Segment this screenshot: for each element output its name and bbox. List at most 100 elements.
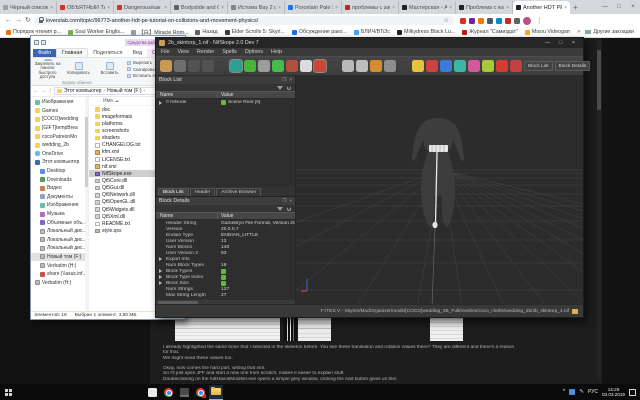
paint-icon[interactable] [468, 60, 480, 72]
filter-icon[interactable] [277, 207, 283, 211]
tab-close-icon[interactable]: × [449, 5, 452, 11]
particles-icon[interactable] [454, 60, 466, 72]
browser-tab[interactable]: Проблема с комп... × [456, 1, 513, 14]
nav-item[interactable]: Verbatim (H:) [31, 278, 88, 287]
browser-tab[interactable]: Dangerous/как УЗ... × [114, 1, 171, 14]
textured-cube-icon[interactable] [314, 60, 326, 72]
paste-button[interactable]: Вставить [96, 59, 123, 79]
block-row-ninode[interactable]: 0 NiNode Scene Root [0] [156, 99, 295, 106]
column-value[interactable]: Value [218, 213, 295, 219]
nav-item[interactable]: Новый том (F:) [31, 253, 88, 262]
detail-row[interactable]: User Version 12 [156, 238, 295, 244]
back-icon[interactable]: ← [33, 86, 39, 97]
qat-caret-icon[interactable]: ˇ [48, 40, 49, 45]
back-icon[interactable]: ← [5, 14, 12, 27]
quick-access-icon[interactable] [34, 40, 39, 45]
expand-icon[interactable] [159, 101, 162, 105]
nav-item[interactable]: Локальный дис... [31, 244, 88, 253]
tab-close-icon[interactable]: × [221, 5, 224, 11]
browser-menu-icon[interactable]: ⋮ [534, 17, 545, 25]
browser-tab[interactable]: Bodyslide and Outf... × [171, 1, 228, 14]
column-name[interactable]: Name [156, 92, 218, 98]
cube-solid-icon[interactable] [258, 60, 270, 72]
menu-item[interactable]: Render [197, 49, 214, 55]
column-name[interactable]: Name [156, 213, 218, 219]
forward-icon[interactable]: → [15, 14, 22, 27]
forward-icon[interactable]: → [41, 86, 47, 97]
browser-tab[interactable]: Porcelain Pale Skin... × [285, 1, 342, 14]
redo-icon[interactable] [202, 60, 214, 72]
close-icon[interactable]: × [567, 38, 580, 48]
maximize-icon[interactable]: □ [554, 38, 567, 48]
nav-item[interactable]: Документы [31, 193, 88, 202]
refresh-icon[interactable] [287, 86, 291, 90]
language-indicator[interactable]: РУС [588, 389, 598, 395]
tab-close-icon[interactable]: × [506, 5, 509, 11]
nav-item[interactable]: Видео [31, 184, 88, 193]
page-scrollbar[interactable] [597, 40, 601, 380]
axes-icon[interactable] [440, 60, 452, 72]
new-tab-button[interactable]: + [570, 1, 581, 14]
extension-icon[interactable] [460, 18, 466, 24]
menu-item[interactable]: Help [271, 49, 282, 55]
browser-tab[interactable]: Истома Bay 2 сезо... × [228, 1, 285, 14]
tab-close-icon[interactable]: × [50, 5, 53, 11]
brush-icon[interactable] [510, 60, 522, 72]
bookmark-item[interactable]: БЛИЧ/ВТіЗс [354, 28, 390, 36]
detail-row[interactable]: Num Blocks 140 [156, 244, 295, 250]
nav-item[interactable]: Музыка [31, 210, 88, 219]
open-file-icon[interactable] [160, 60, 172, 72]
3d-viewport[interactable] [296, 76, 583, 304]
filter-icon[interactable] [277, 86, 283, 90]
tray-chevron-icon[interactable]: ^ [563, 389, 566, 395]
bookmark-star-icon[interactable]: ☆ [443, 17, 448, 24]
separator[interactable] [398, 60, 410, 72]
expand-icon[interactable] [159, 275, 162, 279]
chrome-profile-icon[interactable] [193, 385, 207, 400]
detail-row[interactable]: Block Size [156, 280, 295, 286]
bookmark-item[interactable]: Журнал "Самиздат" [462, 28, 518, 36]
screenshot-icon[interactable] [384, 60, 396, 72]
tab-close-icon[interactable]: × [164, 5, 167, 11]
sphere-uv-icon[interactable] [482, 60, 494, 72]
close-panel-icon[interactable]: × [289, 198, 292, 204]
nav-item[interactable]: Downloads [31, 175, 88, 184]
other-bookmarks[interactable]: Другие закладки [585, 29, 634, 35]
detail-row[interactable]: Endian Type ENDIAN_LITTLE [156, 232, 295, 238]
menu-item[interactable]: Options [245, 49, 263, 55]
show-hidden-icon[interactable] [356, 60, 368, 72]
dock-tab[interactable]: Header [190, 188, 216, 196]
ribbon-tab[interactable]: Файл [33, 49, 56, 57]
nav-item[interactable]: OneDrive [31, 150, 88, 159]
extension-icon[interactable] [496, 18, 502, 24]
vertex-select-icon[interactable] [244, 60, 256, 72]
tab-close-icon[interactable]: × [278, 5, 281, 11]
refresh-icon[interactable] [287, 207, 291, 211]
extension-icon[interactable] [487, 18, 493, 24]
bookmark-item[interactable]: Milkydress Black Lu... [397, 28, 455, 36]
float-panel-icon[interactable]: ❐ [282, 198, 286, 204]
ribbon-tab[interactable]: Вид [127, 49, 147, 57]
nav-item[interactable]: Desktop [31, 167, 88, 176]
copy-button[interactable]: Копировать [65, 59, 92, 79]
nav-item[interactable]: share (\\asus.inf... [31, 270, 88, 279]
footsteps-icon[interactable] [342, 60, 354, 72]
detail-row[interactable]: Block Types [156, 268, 295, 274]
expand-icon[interactable] [159, 257, 162, 261]
chrome-icon[interactable] [161, 385, 175, 400]
pin-to-quick-access-button[interactable]: Закрепить на панели быстрого доступа [34, 59, 61, 79]
browser-tab[interactable]: проблемы с зачар... × [342, 1, 399, 14]
bookmark-item[interactable]: Назад [195, 28, 217, 36]
close-panel-icon[interactable]: × [289, 77, 292, 83]
maximize-icon[interactable]: □ [612, 0, 626, 14]
tab-close-icon[interactable]: × [107, 5, 110, 11]
dock-tab[interactable]: Archive Browser [216, 188, 261, 196]
quick-access-icon2[interactable] [41, 40, 46, 45]
browser-tab[interactable]: Мастерская - Adult... × [399, 1, 456, 14]
undo-icon[interactable] [188, 60, 200, 72]
bookmark-item[interactable]: Обсуждение рако... [292, 28, 347, 36]
expand-icon[interactable] [159, 269, 162, 273]
marker-pin-icon[interactable] [426, 60, 438, 72]
dock-toggle-button[interactable]: Block List [524, 61, 553, 71]
profile-avatar[interactable] [523, 17, 531, 25]
